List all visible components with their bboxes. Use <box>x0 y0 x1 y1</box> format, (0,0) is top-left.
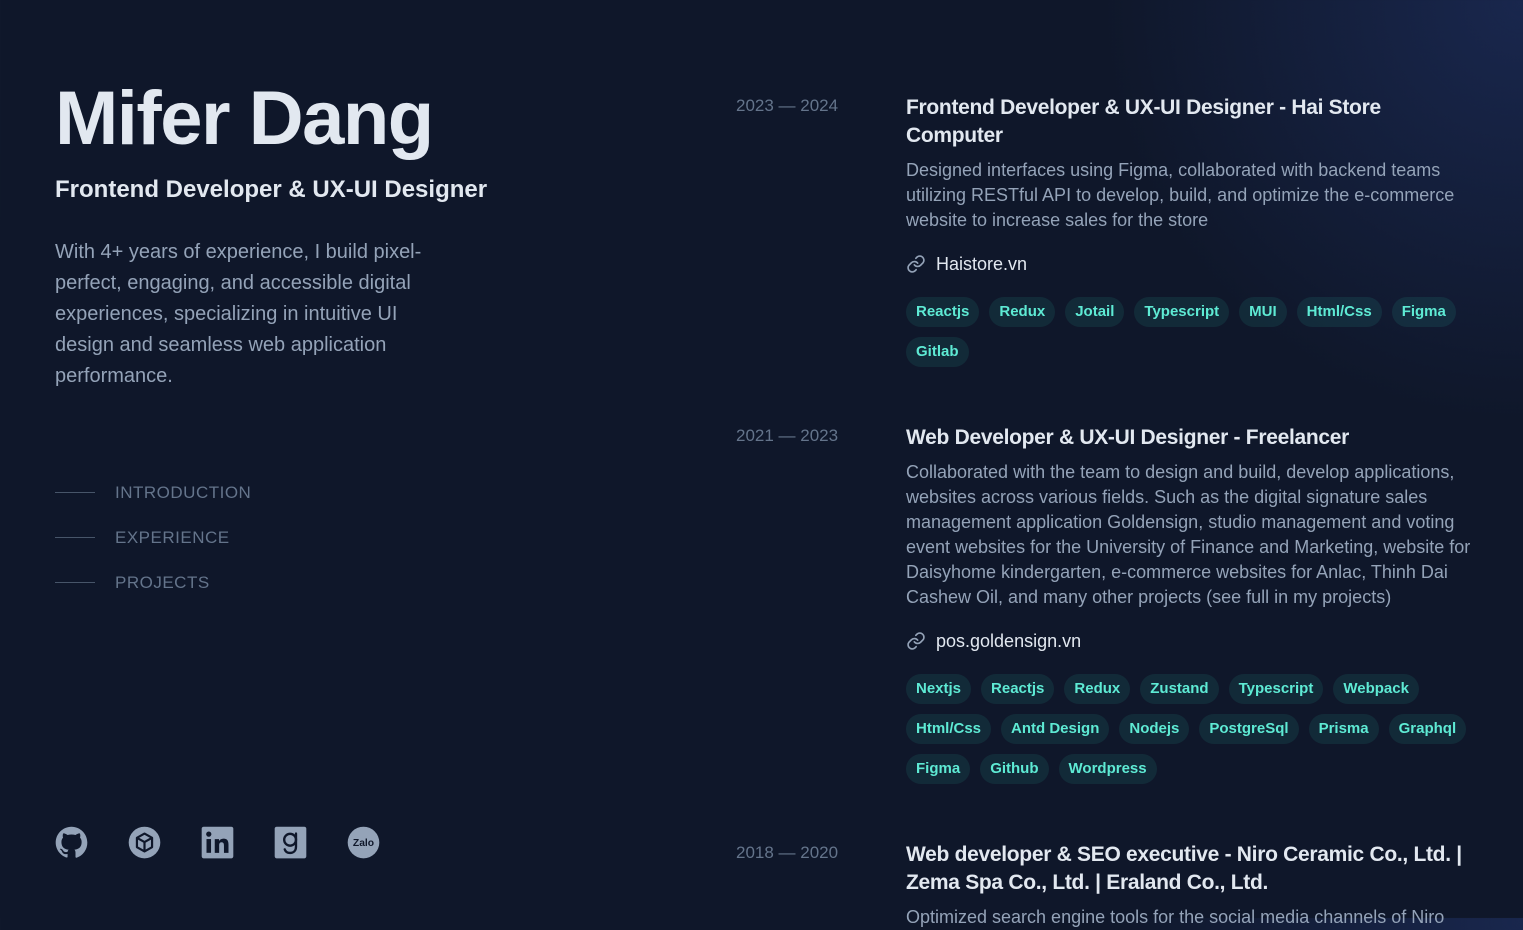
experience-link[interactable]: Haistore.vn <box>906 251 1476 277</box>
nav-item-experience[interactable]: EXPERIENCE <box>55 515 251 560</box>
tech-tag: PostgreSql <box>1199 714 1299 744</box>
codesandbox-icon[interactable] <box>128 824 161 860</box>
nav-indicator-line <box>55 582 95 583</box>
profile-name: Mifer Dang <box>55 76 434 161</box>
experience-title: Frontend Developer & UX-UI Designer - Ha… <box>906 96 1381 147</box>
experience-link-label: Haistore.vn <box>936 253 1028 274</box>
tech-tag: Antd Design <box>1001 714 1110 744</box>
link-icon <box>907 632 925 650</box>
tech-tag: Wordpress <box>1058 754 1157 784</box>
profile-role: Frontend Developer & UX-UI Designer <box>55 176 488 203</box>
tech-tag: Redux <box>1064 674 1131 704</box>
zalo-icon-label: Zalo <box>353 838 374 849</box>
section-nav: INTRODUCTION EXPERIENCE PROJECTS <box>55 470 251 605</box>
tech-tag: Nextjs <box>906 674 972 704</box>
experience-description: Collaborated with the team to design and… <box>906 462 1471 607</box>
nav-indicator-line <box>55 537 95 538</box>
goodreads-icon[interactable] <box>274 824 307 860</box>
tech-tags: Nextjs Reactjs Redux Zustand Typescript … <box>906 674 1476 784</box>
tech-tag: Zustand <box>1140 674 1219 704</box>
tech-tag: Figma <box>1391 297 1456 327</box>
experience-body: Web Developer & UX-UI Designer - Freelan… <box>906 424 1476 784</box>
tech-tag: Reactjs <box>981 674 1055 704</box>
tech-tag: Redux <box>989 297 1056 327</box>
experience-description: Designed interfaces using Figma, collabo… <box>906 160 1455 230</box>
tech-tag: Reactjs <box>906 297 980 327</box>
tech-tag: MUI <box>1239 297 1287 327</box>
experience-link-label: pos.goldensign.vn <box>936 630 1082 651</box>
tech-tag: Prisma <box>1308 714 1379 744</box>
nav-item-label: EXPERIENCE <box>115 527 230 547</box>
experience-title: Web Developer & UX-UI Designer - Freelan… <box>906 426 1350 449</box>
experience-body: Web developer & SEO executive - Niro Cer… <box>906 841 1476 930</box>
tech-tag: Figma <box>906 754 971 784</box>
tech-tag: Typescript <box>1134 297 1230 327</box>
tech-tag: Gitlab <box>906 337 969 367</box>
tech-tag: Html/Css <box>906 714 992 744</box>
link-icon <box>907 255 925 273</box>
tech-tags: Reactjs Redux Jotail Typescript MUI Html… <box>906 297 1476 367</box>
nav-indicator-line <box>55 492 95 493</box>
experience-period: 2018 — 2020 <box>736 843 839 862</box>
github-icon[interactable] <box>55 824 88 860</box>
tech-tag: Nodejs <box>1119 714 1190 744</box>
profile-bio: With 4+ years of experience, I build pix… <box>55 241 422 387</box>
tech-tag: Jotail <box>1065 297 1125 327</box>
tech-tag: Webpack <box>1333 674 1419 704</box>
nav-item-projects[interactable]: PROJECTS <box>55 560 251 605</box>
linkedin-icon[interactable] <box>201 824 234 860</box>
tech-tag: Graphql <box>1388 714 1467 744</box>
nav-item-introduction[interactable]: INTRODUCTION <box>55 470 251 515</box>
zalo-icon[interactable]: Zalo <box>347 824 380 860</box>
nav-item-label: INTRODUCTION <box>115 482 252 502</box>
social-links: Zalo <box>55 824 380 860</box>
nav-item-label: PROJECTS <box>115 572 210 592</box>
tech-tag: Github <box>980 754 1049 784</box>
experience-title: Web developer & SEO executive - Niro Cer… <box>906 843 1462 894</box>
experience-period: 2021 — 2023 <box>736 426 839 445</box>
experience-period: 2023 — 2024 <box>736 96 839 115</box>
experience-body: Frontend Developer & UX-UI Designer - Ha… <box>906 94 1476 367</box>
profile-panel: Mifer Dang Frontend Developer & UX-UI De… <box>55 0 615 918</box>
tech-tag: Typescript <box>1228 674 1324 704</box>
tech-tag: Html/Css <box>1296 297 1382 327</box>
experience-link[interactable]: pos.goldensign.vn <box>906 628 1476 654</box>
